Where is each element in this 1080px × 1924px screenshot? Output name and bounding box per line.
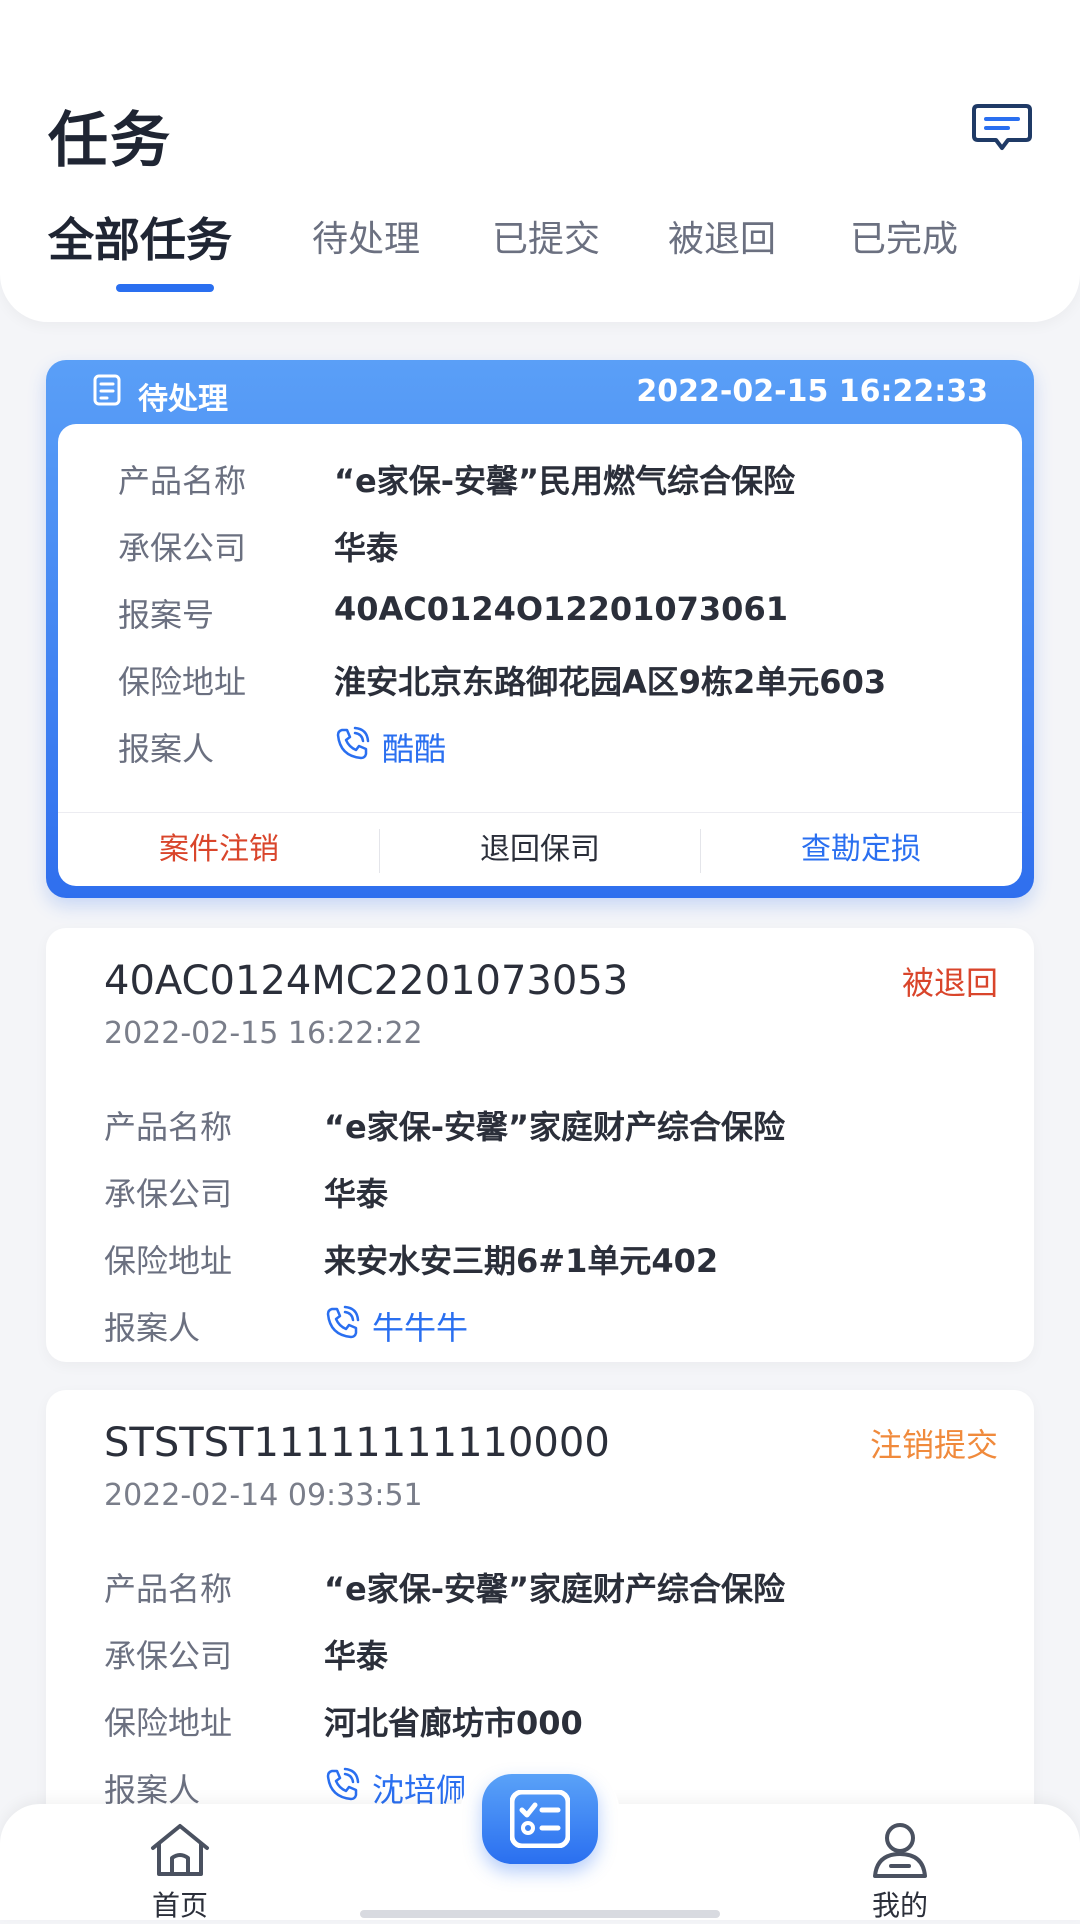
reporter-contact[interactable]: 酷酷: [334, 724, 446, 770]
status-badge: 待处理: [138, 382, 228, 417]
field-label: 保险地址: [104, 1704, 233, 1742]
field-row-product: 产品名称 “e家保-安馨”民用燃气综合保险: [58, 442, 1022, 509]
field-value: 淮安北京东路御花园A区9栋2单元603: [334, 663, 887, 701]
field-value: 华泰: [324, 1175, 389, 1213]
case-number: STSTST11111111110000: [104, 1420, 610, 1466]
reporter-name: 酷酷: [382, 730, 447, 768]
tab-pending[interactable]: 待处理: [312, 210, 420, 262]
field-value: 河北省廊坊市000: [324, 1704, 583, 1742]
home-icon: [151, 1824, 209, 1876]
field-row-address: 保险地址 来安水安三期6#1单元402: [46, 1222, 1034, 1289]
document-icon: [93, 374, 121, 406]
phone-icon: [326, 1767, 360, 1801]
task-card-header: 待处理 2022-02-15 16:22:33: [46, 360, 1034, 424]
field-value: 华泰: [324, 1637, 389, 1675]
task-card-body: 产品名称 “e家保-安馨”民用燃气综合保险 承保公司 华泰 报案号 40AC01…: [58, 424, 1022, 886]
nav-mine-label: 我的: [871, 1889, 928, 1922]
field-label: 承保公司: [104, 1175, 233, 1213]
cancel-case-button[interactable]: 案件注销: [58, 813, 380, 887]
field-value: 40AC0124O12201073061: [334, 590, 788, 628]
field-label: 产品名称: [104, 1108, 233, 1146]
field-value: 来安水安三期6#1单元402: [324, 1242, 719, 1280]
task-time: 2022-02-14 09:33:51: [104, 1478, 423, 1513]
phone-icon: [336, 726, 370, 760]
tab-completed[interactable]: 已完成: [850, 210, 958, 262]
field-row-product: 产品名称 “e家保-安馨”家庭财产综合保险: [46, 1088, 1034, 1155]
tab-all[interactable]: 全部任务: [48, 204, 232, 270]
field-row-product: 产品名称 “e家保-安馨”家庭财产综合保险: [46, 1550, 1034, 1617]
field-row-address: 保险地址 河北省廊坊市000: [46, 1684, 1034, 1751]
field-value: “e家保-安馨”家庭财产综合保险: [324, 1108, 786, 1146]
task-fields: 产品名称 “e家保-安馨”民用燃气综合保险 承保公司 华泰 报案号 40AC01…: [58, 442, 1022, 777]
field-label: 产品名称: [104, 1570, 233, 1608]
user-icon: [873, 1823, 927, 1878]
field-row-reporter: 报案人 牛牛牛: [46, 1289, 1034, 1356]
survey-loss-button[interactable]: 查勘定损: [700, 813, 1022, 887]
tab-indicator: [116, 284, 214, 292]
field-row-company: 承保公司 华泰: [46, 1155, 1034, 1222]
page-title: 任务: [48, 106, 172, 176]
field-value: 华泰: [334, 529, 399, 567]
field-row-company: 承保公司 华泰: [46, 1617, 1034, 1684]
reporter-name: 牛牛牛: [372, 1309, 469, 1347]
field-value: “e家保-安馨”家庭财产综合保险: [324, 1570, 786, 1608]
field-label: 承保公司: [104, 1637, 233, 1675]
status-badge: 被退回: [901, 964, 998, 1002]
reporter-contact[interactable]: 牛牛牛: [324, 1303, 468, 1349]
field-value: “e家保-安馨”民用燃气综合保险: [334, 462, 796, 500]
field-label: 产品名称: [118, 462, 247, 500]
status-badge: 注销提交: [869, 1426, 998, 1464]
task-center-button[interactable]: [482, 1774, 598, 1864]
task-actions: 案件注销 退回保司 查勘定损: [58, 812, 1022, 887]
field-row-case-no: 报案号 40AC0124O12201073061: [58, 576, 1022, 643]
tab-submitted[interactable]: 已提交: [492, 210, 600, 262]
header: 任务 全部任务 待处理 已提交 被退回 已完成: [0, 0, 1080, 322]
task-time: 2022-02-15 16:22:22: [104, 1016, 423, 1051]
nav-mine[interactable]: 我的: [840, 1820, 960, 1924]
field-label: 保险地址: [118, 663, 247, 701]
field-row-address: 保险地址 淮安北京东路御花园A区9栋2单元603: [58, 643, 1022, 710]
case-number: 40AC0124MC2201073053: [104, 958, 629, 1004]
field-label: 报案人: [118, 730, 215, 768]
task-card[interactable]: 40AC0124MC2201073053 被退回 2022-02-15 16:2…: [46, 928, 1034, 1362]
task-fields: 产品名称 “e家保-安馨”家庭财产综合保险 承保公司 华泰 保险地址 来安水安三…: [46, 1088, 1034, 1356]
field-label: 报案号: [118, 596, 215, 634]
return-insurer-button[interactable]: 退回保司: [379, 813, 701, 887]
chat-message-icon[interactable]: [972, 102, 1032, 152]
field-row-reporter: 报案人 酷酷: [58, 710, 1022, 777]
field-label: 承保公司: [118, 529, 247, 567]
field-label: 报案人: [104, 1309, 201, 1347]
nav-home-label: 首页: [151, 1889, 208, 1922]
home-indicator: [360, 1910, 720, 1918]
tab-returned[interactable]: 被退回: [668, 210, 776, 262]
phone-icon: [326, 1305, 360, 1339]
field-row-company: 承保公司 华泰: [58, 509, 1022, 576]
field-label: 保险地址: [104, 1242, 233, 1280]
task-card-highlight[interactable]: 待处理 2022-02-15 16:22:33 产品名称 “e家保-安馨”民用燃…: [46, 360, 1034, 898]
nav-home[interactable]: 首页: [120, 1820, 240, 1924]
task-time: 2022-02-15 16:22:33: [636, 374, 988, 409]
task-list-icon: [510, 1790, 570, 1848]
